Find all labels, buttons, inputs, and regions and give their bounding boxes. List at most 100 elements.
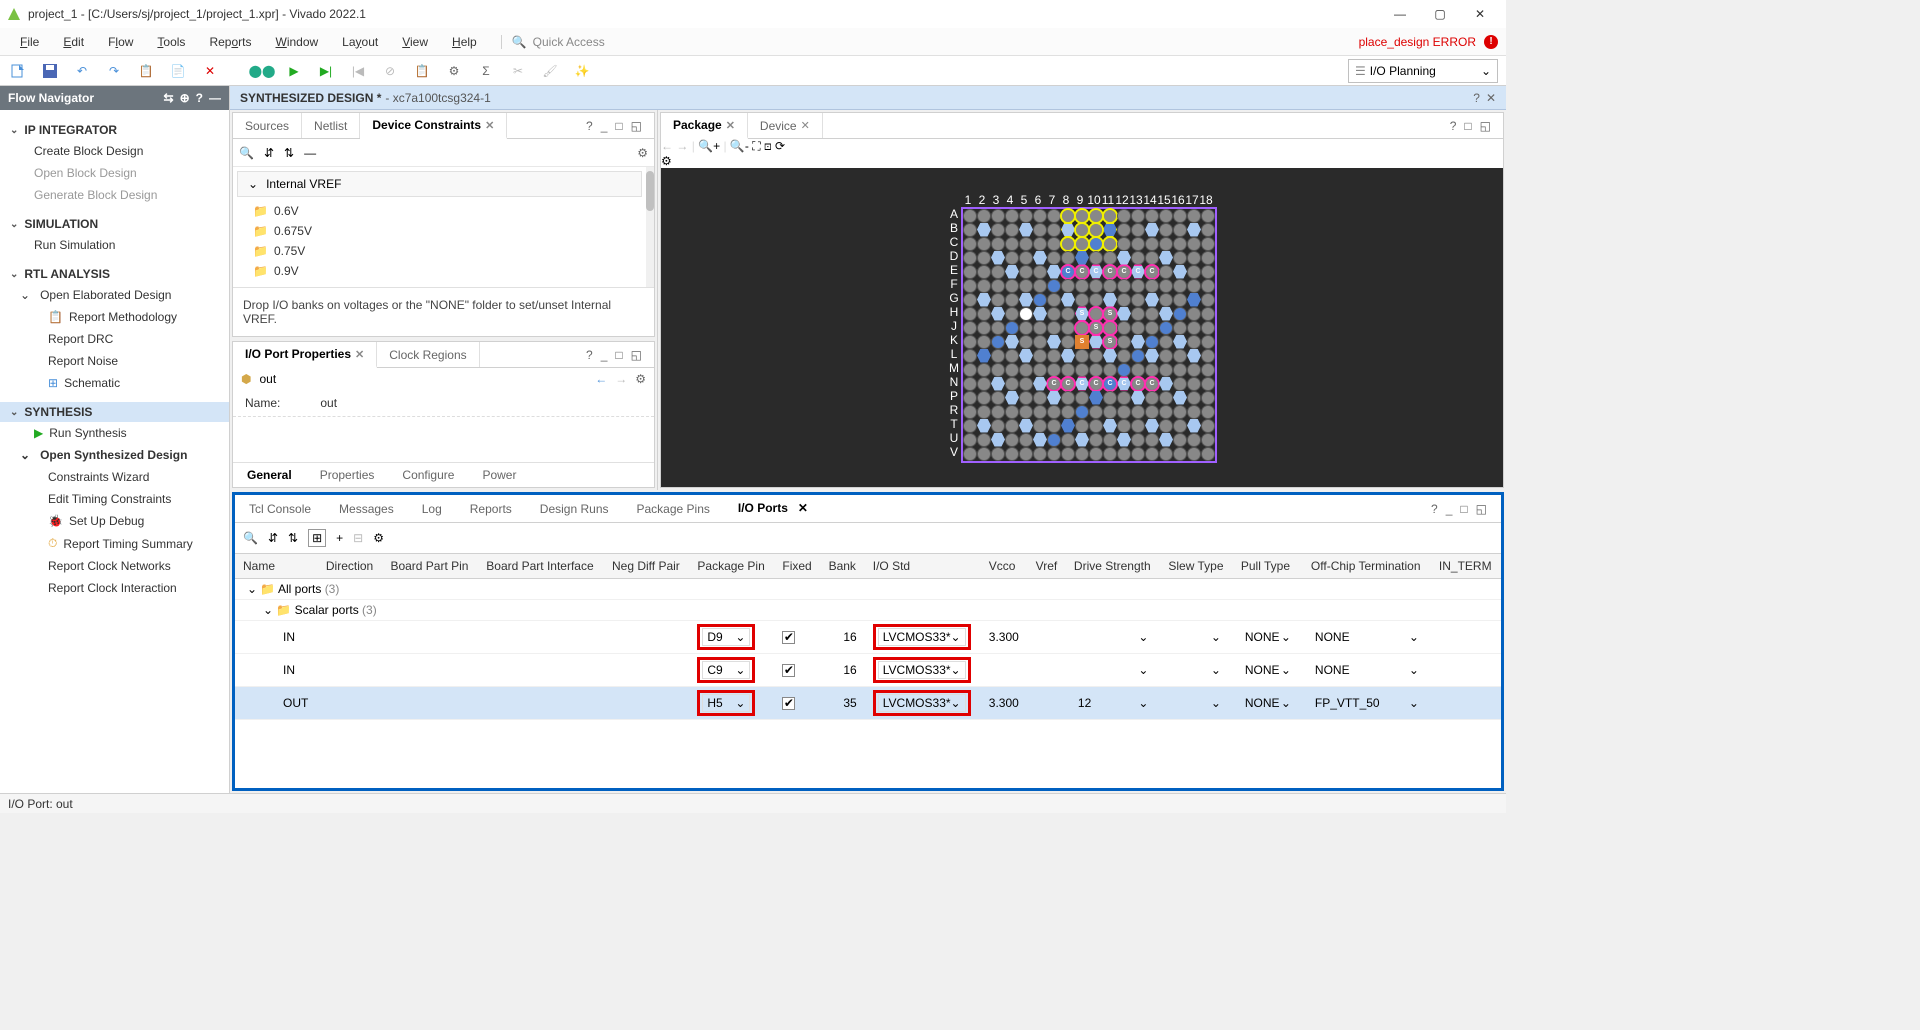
zoom-area-icon[interactable]: ⊡ <box>764 139 772 153</box>
maximize-icon[interactable]: ◱ <box>1476 502 1487 516</box>
close-tab-icon[interactable]: ✕ <box>355 348 364 361</box>
add-button[interactable]: + <box>336 531 343 545</box>
redo-button[interactable]: ↷ <box>104 61 124 81</box>
menu-reports[interactable]: Reports <box>197 35 263 49</box>
tab-log[interactable]: Log <box>408 495 456 522</box>
settings-icon[interactable]: ⚙ <box>444 61 464 81</box>
menu-file[interactable]: File <box>8 35 51 49</box>
column-header[interactable]: Off-Chip Termination <box>1303 554 1431 579</box>
menu-tools[interactable]: Tools <box>145 35 197 49</box>
maximize-icon[interactable]: ◱ <box>631 348 642 362</box>
close-tab-icon[interactable]: ✕ <box>798 501 808 515</box>
item-report-noise[interactable]: Report Noise <box>0 350 229 372</box>
column-header[interactable]: IN_TERM <box>1431 554 1501 579</box>
item-report-clock-networks[interactable]: Report Clock Networks <box>0 555 229 577</box>
tab-sources[interactable]: Sources <box>233 113 302 138</box>
restore-icon[interactable]: □ <box>615 119 622 133</box>
close-tab-icon[interactable]: ✕ <box>485 119 494 132</box>
refresh-icon[interactable]: ⟳ <box>775 139 785 153</box>
column-header[interactable]: Bank <box>821 554 865 579</box>
column-header[interactable]: Fixed <box>774 554 820 579</box>
menu-flow[interactable]: Flow <box>96 35 145 49</box>
tab-reports[interactable]: Reports <box>456 495 526 522</box>
help-icon[interactable]: ? <box>1450 119 1457 133</box>
paste-icon[interactable]: 📄 <box>168 61 188 81</box>
clipboard-icon[interactable]: 📋 <box>412 61 432 81</box>
column-header[interactable]: Vcco <box>981 554 1028 579</box>
item-create-block-design[interactable]: Create Block Design <box>0 140 229 162</box>
pin-icon[interactable]: ⊕ <box>180 91 190 105</box>
nav-fwd-icon[interactable]: → <box>676 139 688 153</box>
prev-icon[interactable]: ← <box>595 372 607 386</box>
collapse-all-icon[interactable]: ⇵ <box>264 146 274 160</box>
maximize-icon[interactable]: ◱ <box>1480 119 1491 133</box>
item-report-methodology[interactable]: 📋Report Methodology <box>0 306 229 328</box>
group-icon[interactable]: ⊞ <box>308 529 326 547</box>
column-header[interactable]: Direction <box>318 554 383 579</box>
column-header[interactable]: Vref <box>1028 554 1066 579</box>
gear-icon[interactable]: ⚙ <box>637 146 648 160</box>
minimize-button[interactable]: — <box>1380 0 1420 28</box>
next-icon[interactable]: → <box>615 372 627 386</box>
close-tab-icon[interactable]: ✕ <box>801 119 810 132</box>
nav-back-icon[interactable]: ← <box>661 139 673 153</box>
restore-icon[interactable]: □ <box>615 348 622 362</box>
minimize-icon[interactable]: _ <box>601 348 608 362</box>
item-schematic[interactable]: ⊞Schematic <box>0 372 229 394</box>
expand-all-icon[interactable]: ⇅ <box>284 146 294 160</box>
menu-view[interactable]: View <box>390 35 440 49</box>
item-report-drc[interactable]: Report DRC <box>0 328 229 350</box>
tab-messages[interactable]: Messages <box>325 495 408 522</box>
tab-io-ports[interactable]: I/O Ports✕ <box>724 495 822 522</box>
wand-icon[interactable]: ✨ <box>572 61 592 81</box>
item-run-simulation[interactable]: Run Simulation <box>0 234 229 256</box>
table-group-row[interactable]: ⌄ 📁 Scalar ports (3) <box>235 600 1501 621</box>
column-header[interactable]: Slew Type <box>1160 554 1233 579</box>
section-ip-integrator[interactable]: ⌄IP INTEGRATOR <box>0 120 229 140</box>
help-icon[interactable]: ? <box>196 91 203 105</box>
minimize-panel-icon[interactable]: — <box>209 91 221 105</box>
undo-button[interactable]: ↶ <box>72 61 92 81</box>
help-icon[interactable]: ? <box>586 348 593 362</box>
maximize-button[interactable]: ▢ <box>1420 0 1460 28</box>
link-icon[interactable]: ⬤⬤ <box>252 61 272 81</box>
step-back-icon[interactable]: |◀ <box>348 61 368 81</box>
column-header[interactable]: Pull Type <box>1233 554 1303 579</box>
gear-icon[interactable]: ⚙ <box>373 531 384 545</box>
section-simulation[interactable]: ⌄SIMULATION <box>0 214 229 234</box>
close-window-button[interactable]: ✕ <box>1460 0 1500 28</box>
zoom-out-icon[interactable]: 🔍- <box>730 139 749 153</box>
tab-device[interactable]: Device✕ <box>748 113 823 138</box>
section-synthesis[interactable]: ⌄SYNTHESIS <box>0 402 229 422</box>
column-header[interactable]: Package Pin <box>689 554 774 579</box>
column-header[interactable]: Board Part Pin <box>382 554 478 579</box>
layout-mode-selector[interactable]: ☰ I/O Planning ⌄ <box>1348 59 1498 83</box>
maximize-icon[interactable]: ◱ <box>631 119 642 133</box>
configure-icon[interactable]: ⊟ <box>353 531 363 545</box>
help-icon[interactable]: ? <box>586 119 593 133</box>
stop-icon[interactable]: ⊘ <box>380 61 400 81</box>
help-icon[interactable]: ? <box>1431 502 1438 516</box>
table-row[interactable]: OUTH5 ⌄✔35LVCMOS33* ⌄3.30012 ⌄ ⌄NONE ⌄FP… <box>235 687 1501 720</box>
menu-help[interactable]: Help <box>440 35 489 49</box>
subtab-general[interactable]: General <box>233 463 306 487</box>
collapse-all-icon[interactable]: ⇵ <box>268 531 278 545</box>
sigma-icon[interactable]: Σ <box>476 61 496 81</box>
menu-layout[interactable]: Layout <box>330 35 390 49</box>
close-tab-icon[interactable]: ✕ <box>726 119 735 132</box>
subtab-properties[interactable]: Properties <box>306 463 389 487</box>
package-view[interactable]: 123456789101112131415161718 ABCDEFGHJKLM… <box>661 168 1503 487</box>
item-setup-debug[interactable]: 🐞Set Up Debug <box>0 510 229 532</box>
minimize-icon[interactable]: _ <box>601 119 608 133</box>
tab-tcl-console[interactable]: Tcl Console <box>235 495 325 522</box>
gear-icon[interactable]: ⚙ <box>635 372 646 386</box>
run-step-button[interactable]: ▶| <box>316 61 336 81</box>
item-constraints-wizard[interactable]: Constraints Wizard <box>0 466 229 488</box>
restore-icon[interactable]: □ <box>1460 502 1467 516</box>
column-header[interactable]: Drive Strength <box>1066 554 1160 579</box>
remove-icon[interactable]: — <box>304 146 316 160</box>
collapse-icon[interactable]: ⇆ <box>164 91 174 105</box>
item-report-timing[interactable]: ⏱Report Timing Summary <box>0 532 229 555</box>
item-report-clock-interaction[interactable]: Report Clock Interaction <box>0 577 229 599</box>
zoom-fit-icon[interactable]: ⛶ <box>752 139 760 153</box>
